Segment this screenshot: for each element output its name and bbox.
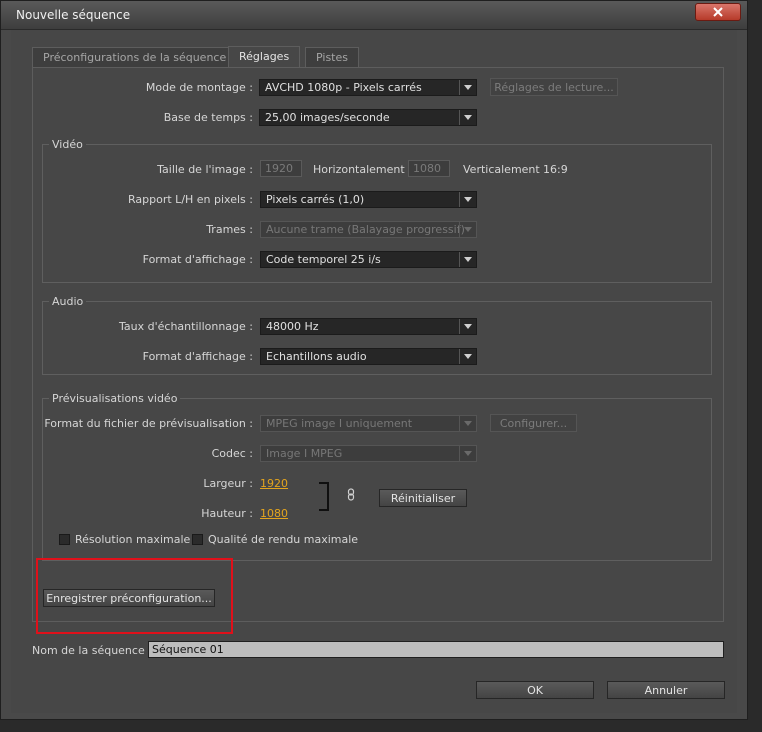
title-bar[interactable]: Nouvelle séquence <box>1 1 747 30</box>
chevron-down-icon <box>459 80 476 95</box>
chevron-down-icon <box>459 110 476 125</box>
edit-mode-value: AVCHD 1080p - Pixels carrés <box>265 81 422 94</box>
timebase-dropdown[interactable]: 25,00 images/seconde <box>259 109 477 126</box>
audio-display-format-value: Echantillons audio <box>266 350 367 363</box>
cancel-button[interactable]: Annuler <box>607 681 725 699</box>
preview-width-value[interactable]: 1920 <box>260 477 288 490</box>
close-button[interactable] <box>695 3 741 21</box>
highlight-box <box>36 558 233 634</box>
max-resolution-checkbox[interactable] <box>59 534 70 545</box>
vertical-label: Verticalement <box>463 163 540 176</box>
timebase-value: 25,00 images/seconde <box>265 111 390 124</box>
preview-file-format-value: MPEG image I uniquement <box>266 417 413 430</box>
audio-display-format-label: Format d'affichage : <box>142 350 253 363</box>
codec-value: Image I MPEG <box>266 447 343 460</box>
frame-width-field[interactable]: 1920 <box>260 160 302 177</box>
playback-settings-button[interactable]: Réglages de lecture... <box>490 78 618 96</box>
chevron-down-icon <box>459 252 476 267</box>
preview-file-format-label: Format du fichier de prévisualisation : <box>44 417 253 430</box>
horizontal-label: Horizontalement <box>313 163 405 176</box>
pixel-aspect-dropdown[interactable]: Pixels carrés (1,0) <box>260 191 477 208</box>
dialog-window: Nouvelle séquence Préconfigurations de l… <box>0 0 748 720</box>
ok-button[interactable]: OK <box>476 681 594 699</box>
sequence-name-input[interactable]: Séquence 01 <box>148 641 724 658</box>
tab-presets[interactable]: Préconfigurations de la séquence <box>32 47 238 67</box>
pixel-aspect-label: Rapport L/H en pixels : <box>128 193 253 206</box>
edit-mode-dropdown[interactable]: AVCHD 1080p - Pixels carrés <box>259 79 477 96</box>
tab-settings[interactable]: Réglages <box>228 46 301 68</box>
preview-file-format-dropdown[interactable]: MPEG image I uniquement <box>260 415 477 432</box>
chevron-down-icon <box>459 222 476 237</box>
pixel-aspect-value: Pixels carrés (1,0) <box>266 193 365 206</box>
fields-label: Trames : <box>206 223 253 236</box>
video-display-format-dropdown[interactable]: Code temporel 25 i/s <box>260 251 477 268</box>
sample-rate-label: Taux d'échantillonnage : <box>119 320 253 333</box>
max-quality-label: Qualité de rendu maximale <box>208 533 359 546</box>
sequence-name-label: Nom de la séquence : <box>32 644 152 657</box>
sample-rate-dropdown[interactable]: 48000 Hz <box>260 318 477 335</box>
preview-height-value[interactable]: 1080 <box>260 507 288 520</box>
chevron-down-icon <box>459 416 476 431</box>
max-resolution-label: Résolution maximale <box>75 533 191 546</box>
codec-label: Codec : <box>211 447 253 460</box>
preview-height-label: Hauteur : <box>201 507 253 520</box>
aspect-ratio-text: 16:9 <box>543 163 568 176</box>
preview-width-label: Largeur : <box>203 477 253 490</box>
video-display-format-label: Format d'affichage : <box>142 253 253 266</box>
link-bracket-icon <box>319 482 329 511</box>
chain-link-icon[interactable] <box>347 488 355 502</box>
tab-tracks[interactable]: Pistes <box>305 47 359 67</box>
edit-mode-label: Mode de montage : <box>145 81 253 94</box>
sample-rate-value: 48000 Hz <box>266 320 319 333</box>
codec-dropdown[interactable]: Image I MPEG <box>260 445 477 462</box>
dialog-body: Préconfigurations de la séquence Réglage… <box>11 30 737 713</box>
configure-button[interactable]: Configurer... <box>490 414 577 432</box>
reset-button[interactable]: Réinitialiser <box>379 489 467 507</box>
audio-display-format-dropdown[interactable]: Echantillons audio <box>260 348 477 365</box>
chevron-down-icon <box>459 192 476 207</box>
chevron-down-icon <box>459 319 476 334</box>
max-quality-checkbox[interactable] <box>192 534 203 545</box>
video-group-title: Vidéo <box>49 138 86 151</box>
frame-height-field[interactable]: 1080 <box>408 160 450 177</box>
preview-group-title: Prévisualisations vidéo <box>49 392 181 405</box>
frame-size-label: Taille de l'image : <box>157 163 253 176</box>
timebase-label: Base de temps : <box>163 111 253 124</box>
audio-group-title: Audio <box>49 295 87 308</box>
chevron-down-icon <box>459 446 476 461</box>
window-title: Nouvelle séquence <box>16 8 131 22</box>
video-display-format-value: Code temporel 25 i/s <box>266 253 381 266</box>
chevron-down-icon <box>459 349 476 364</box>
fields-dropdown[interactable]: Aucune trame (Balayage progressif) <box>260 221 477 238</box>
close-icon <box>713 7 723 17</box>
fields-value: Aucune trame (Balayage progressif) <box>266 223 465 236</box>
